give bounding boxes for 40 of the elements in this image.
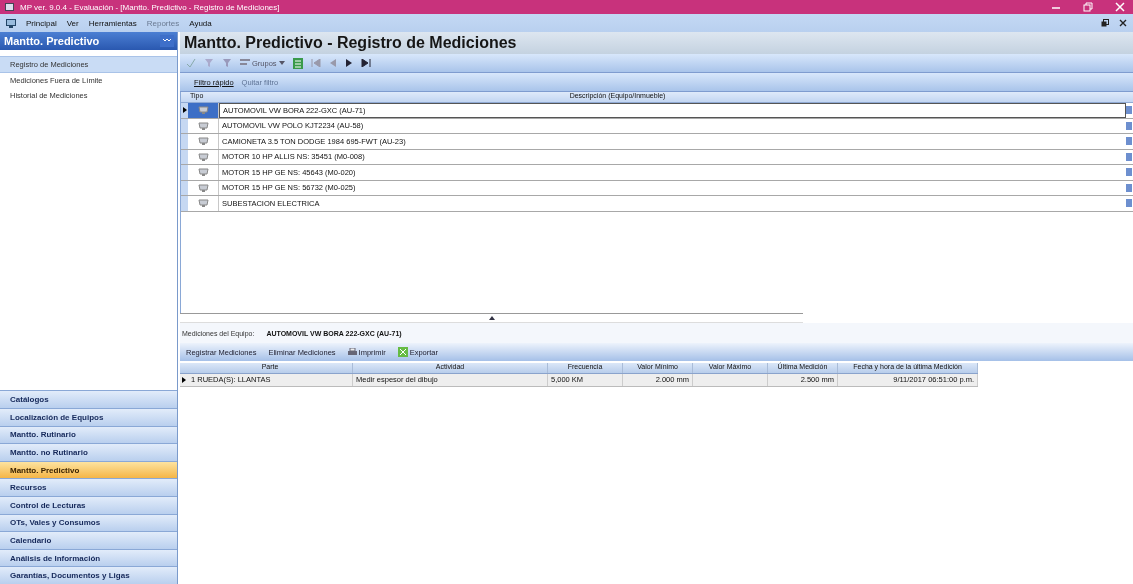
equipment-icon <box>197 120 209 131</box>
row-pointer-icon <box>182 377 186 383</box>
menu-item[interactable]: Herramientas <box>88 18 137 28</box>
sidebar-title: Mantto. Predictivo <box>4 35 100 47</box>
equipment-icon <box>197 198 209 209</box>
menu-item[interactable]: Ver <box>66 18 79 28</box>
collapse-icon[interactable] <box>488 316 495 320</box>
equipment-icon <box>197 105 209 116</box>
app-icon <box>6 18 16 28</box>
section-button[interactable]: Localización de Equipos <box>0 408 177 426</box>
row-pointer-icon <box>182 107 187 114</box>
spreadsheet-icon[interactable] <box>292 57 303 69</box>
next-icon[interactable] <box>344 59 353 67</box>
menu-item[interactable]: Principal <box>26 18 57 28</box>
check-icon[interactable] <box>186 58 196 68</box>
section-button[interactable]: Calendario <box>0 531 177 549</box>
printer-icon <box>347 347 357 357</box>
page-title: Mantto. Predictivo - Registro de Mediciones <box>180 32 1133 54</box>
equipment-icon <box>197 136 209 147</box>
section-button[interactable]: Control de Lecturas <box>0 496 177 514</box>
equipment-icon <box>197 182 209 193</box>
section-button[interactable]: Recursos <box>0 478 177 497</box>
maximize-icon[interactable] <box>1083 2 1093 12</box>
window-title: MP ver. 9.0.4 - Evaluación - [Mantto. Predictivo - Registro de Mediciones] <box>20 2 280 12</box>
equipment-icon <box>197 167 209 178</box>
first-page-icon[interactable] <box>310 59 321 67</box>
groups-icon <box>240 59 250 67</box>
spreadsheet-icon <box>397 347 408 357</box>
restore-icon[interactable] <box>1101 19 1109 27</box>
close-icon[interactable] <box>1119 19 1127 27</box>
section-button[interactable]: Garantías, Documentos y Ligas <box>0 566 177 584</box>
equipment-icon <box>197 151 209 162</box>
row-header[interactable] <box>181 103 188 118</box>
caret-icon <box>278 61 285 65</box>
menu-item[interactable]: Ayuda <box>189 18 212 28</box>
last-page-icon[interactable] <box>360 59 371 67</box>
window-icon <box>5 3 14 11</box>
section-button[interactable]: Mantto. no Rutinario <box>0 443 177 461</box>
section-button[interactable]: Catálogos <box>0 390 177 409</box>
previous-icon[interactable] <box>328 59 337 67</box>
